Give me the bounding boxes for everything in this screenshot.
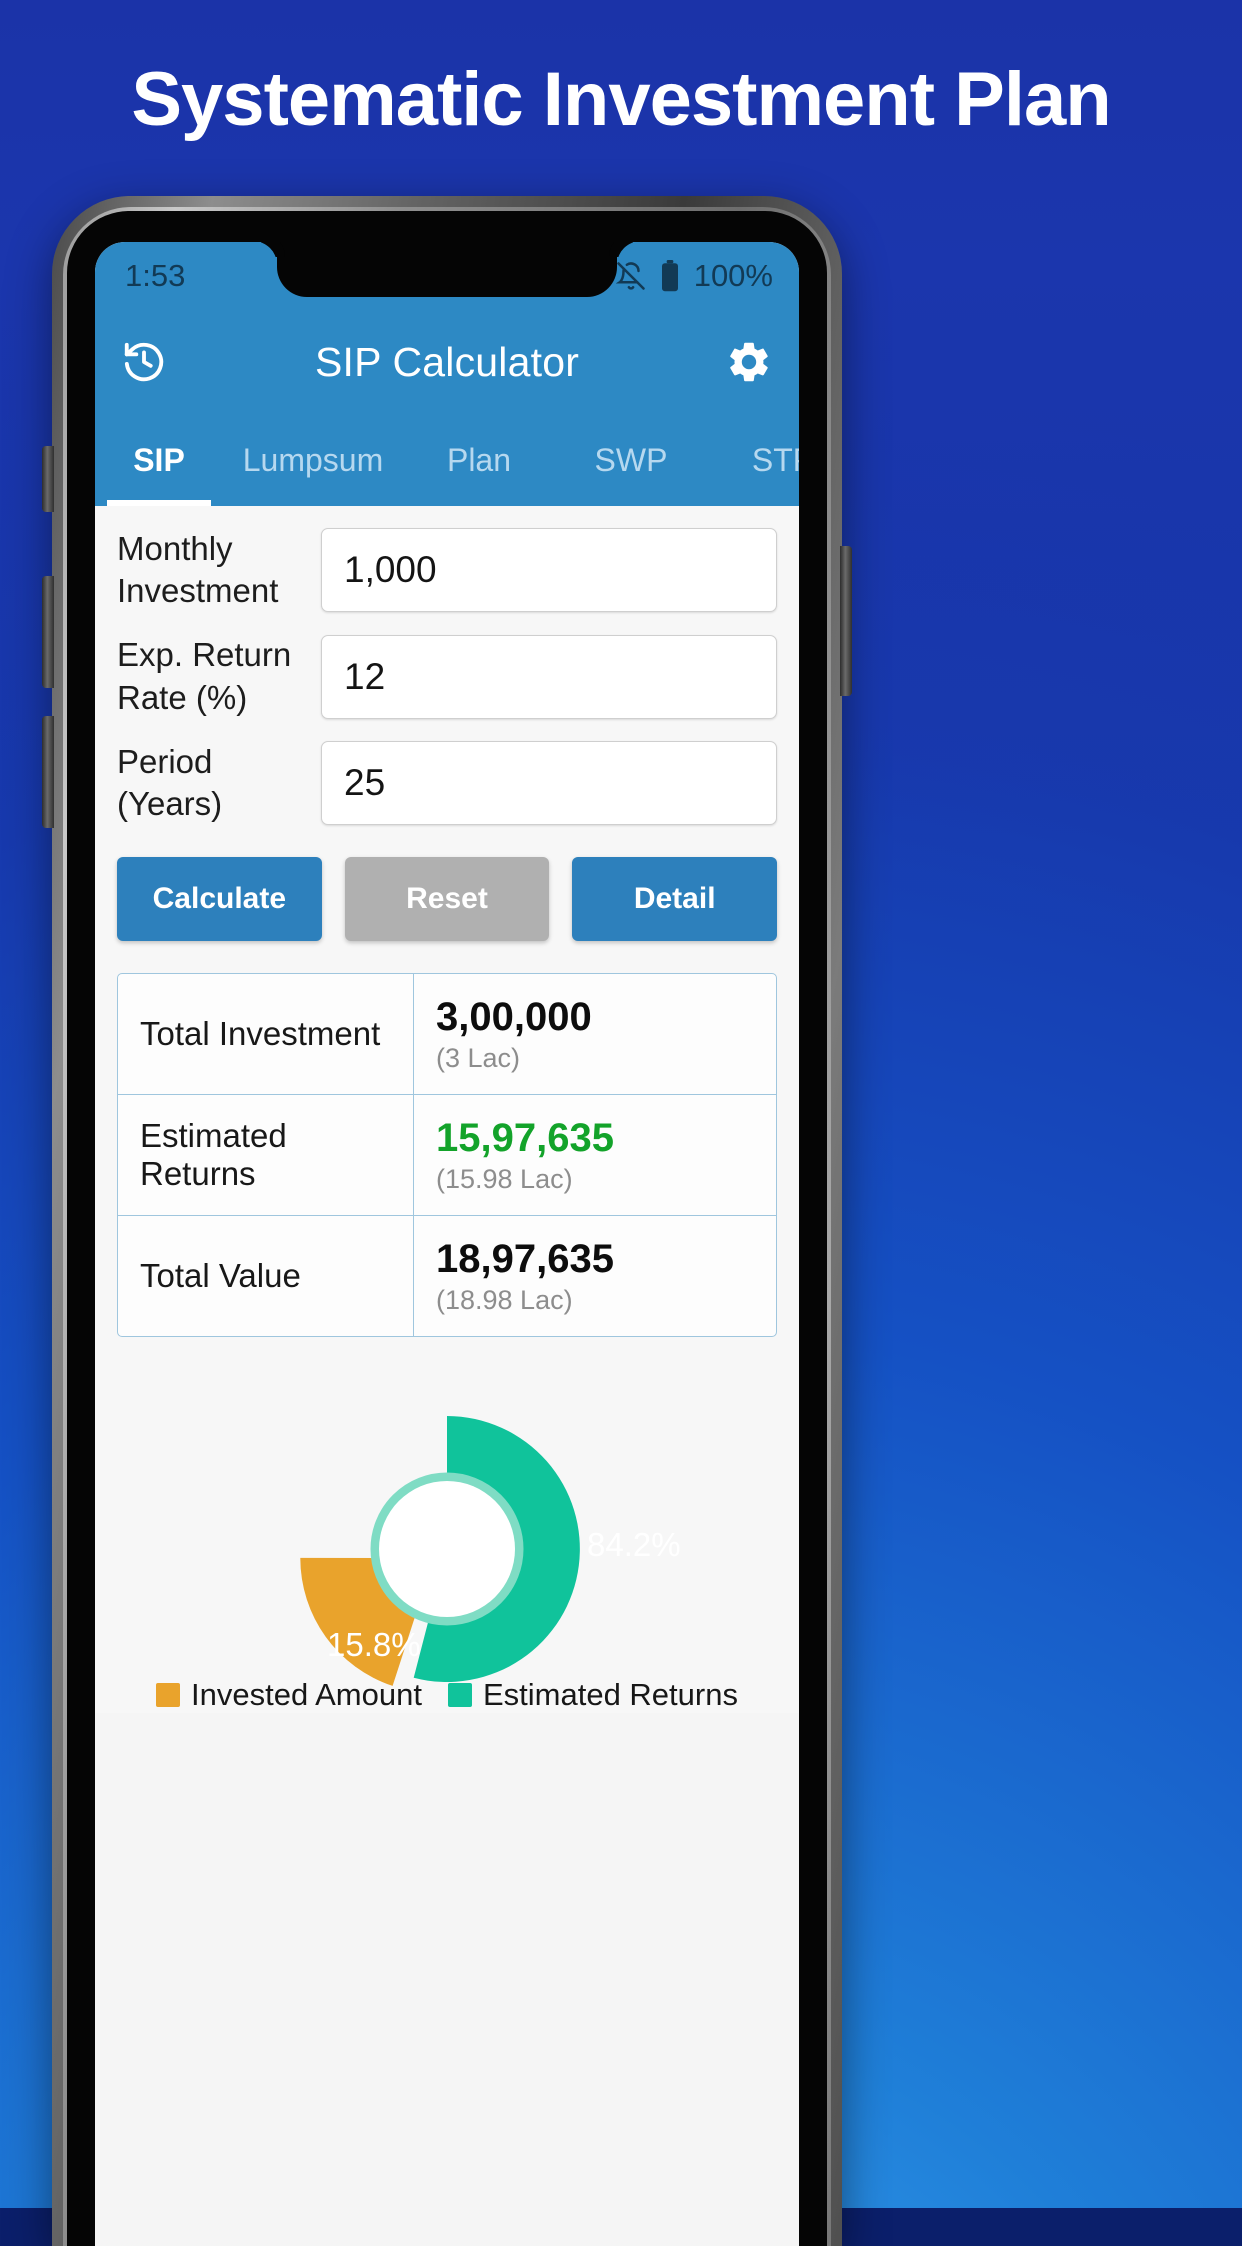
total-investment-value: 3,00,000 (3 Lac) xyxy=(414,974,776,1094)
total-value-label: Total Value xyxy=(118,1216,414,1337)
return-rate-input[interactable]: 12 xyxy=(321,634,777,719)
return-rate-label: Exp. Return Rate (%) xyxy=(117,636,292,716)
table-row: Total Value 18,97,635 (18.98 Lac) xyxy=(118,1216,776,1337)
donut-chart-section: 84.2% 15.8% Invested Amount Estimated Re… xyxy=(95,1357,799,1714)
tab-plan[interactable]: Plan xyxy=(403,414,555,506)
status-bar-right: 100% xyxy=(615,258,773,294)
detail-button-label: Detail xyxy=(633,882,716,916)
action-buttons-row: Calculate Reset Detail xyxy=(117,847,778,967)
status-time: 1:53 xyxy=(125,258,186,293)
monthly-investment-input[interactable]: 1,000 xyxy=(321,528,777,613)
estimated-returns-label: Estimated Returns xyxy=(118,1095,414,1216)
tab-lumpsum-label: Lumpsum xyxy=(242,441,384,478)
estimated-returns-value: 15,97,635 (15.98 Lac) xyxy=(414,1095,776,1215)
donut-label-invested-amount: 15.8% xyxy=(327,1626,421,1663)
tab-swp[interactable]: SWP xyxy=(555,414,707,506)
period-value: 25 xyxy=(344,762,386,804)
estimated-returns-amount: 15,97,635 xyxy=(436,1115,614,1160)
total-value-sub: (18.98 Lac) xyxy=(436,1285,573,1316)
history-icon[interactable] xyxy=(121,339,167,385)
app-top-chrome: 1:53 100% SIP Calculator SIP Lumpsum Pla… xyxy=(95,242,799,506)
phone-notch xyxy=(277,242,617,297)
period-label: Period (Years) xyxy=(117,742,223,823)
donut-label-estimated-returns: 84.2% xyxy=(587,1526,681,1563)
tab-stp-label: STP xyxy=(751,441,799,478)
estimated-returns-sub: (15.98 Lac) xyxy=(436,1164,573,1195)
status-bar: 1:53 100% xyxy=(95,242,799,310)
phone-mute-switch xyxy=(42,446,54,512)
return-rate-value: 12 xyxy=(344,655,386,697)
tab-sip-label: SIP xyxy=(133,441,185,478)
field-row-return-rate: Exp. Return Rate (%) 12 xyxy=(117,634,777,719)
promo-title: Systematic Investment Plan xyxy=(131,57,1111,142)
phone-volume-down-button xyxy=(42,716,54,828)
phone-volume-up-button xyxy=(42,576,54,688)
detail-button[interactable]: Detail xyxy=(572,857,778,942)
page-title: SIP Calculator xyxy=(314,338,580,385)
period-input[interactable]: 25 xyxy=(321,741,777,826)
battery-full-icon xyxy=(659,260,681,292)
calculate-button-label: Calculate xyxy=(152,882,287,916)
bell-off-icon xyxy=(615,261,646,291)
donut-chart: 84.2% 15.8% xyxy=(95,1371,799,1687)
monthly-investment-label: Monthly Investment xyxy=(117,530,279,610)
tab-swp-label: SWP xyxy=(594,441,668,478)
tab-sip[interactable]: SIP xyxy=(95,414,223,506)
gear-icon[interactable] xyxy=(725,338,773,386)
results-table: Total Investment 3,00,000 (3 Lac) Estima… xyxy=(117,973,777,1338)
field-row-monthly-investment: Monthly Investment 1,000 xyxy=(117,528,777,613)
app-screen: 1:53 100% SIP Calculator SIP Lumpsum Pla… xyxy=(95,242,799,2246)
monthly-investment-value: 1,000 xyxy=(344,549,437,591)
tab-plan-label: Plan xyxy=(446,441,512,478)
total-investment-amount: 3,00,000 xyxy=(436,994,592,1039)
calculate-button[interactable]: Calculate xyxy=(117,857,322,942)
reset-button[interactable]: Reset xyxy=(344,857,550,942)
total-value-value: 18,97,635 (18.98 Lac) xyxy=(414,1216,776,1336)
donut-hole xyxy=(379,1481,515,1618)
table-row: Estimated Returns 15,97,635 (15.98 Lac) xyxy=(118,1095,776,1217)
total-investment-sub: (3 Lac) xyxy=(436,1043,521,1074)
table-row: Total Investment 3,00,000 (3 Lac) xyxy=(118,974,776,1096)
reset-button-label: Reset xyxy=(406,882,488,916)
phone-power-button xyxy=(840,546,852,696)
phone-mockup: 1:53 100% SIP Calculator SIP Lumpsum Pla… xyxy=(42,196,852,2246)
status-bar-left: 1:53 xyxy=(125,258,185,294)
total-investment-label: Total Investment xyxy=(118,974,414,1095)
tab-bar: SIP Lumpsum Plan SWP STP xyxy=(95,414,799,506)
sip-input-form: Monthly Investment 1,000 Exp. Return Rat… xyxy=(95,506,799,974)
tab-stp[interactable]: STP xyxy=(707,414,799,506)
app-bar: SIP Calculator xyxy=(95,310,799,414)
donut-chart-svg: 84.2% 15.8% xyxy=(300,1416,681,1687)
tab-lumpsum[interactable]: Lumpsum xyxy=(223,414,403,506)
battery-percent-label: 100% xyxy=(693,258,773,293)
field-row-period: Period (Years) 25 xyxy=(117,741,777,826)
total-value-amount: 18,97,635 xyxy=(436,1236,614,1281)
results-section: Total Investment 3,00,000 (3 Lac) Estima… xyxy=(95,973,799,1358)
